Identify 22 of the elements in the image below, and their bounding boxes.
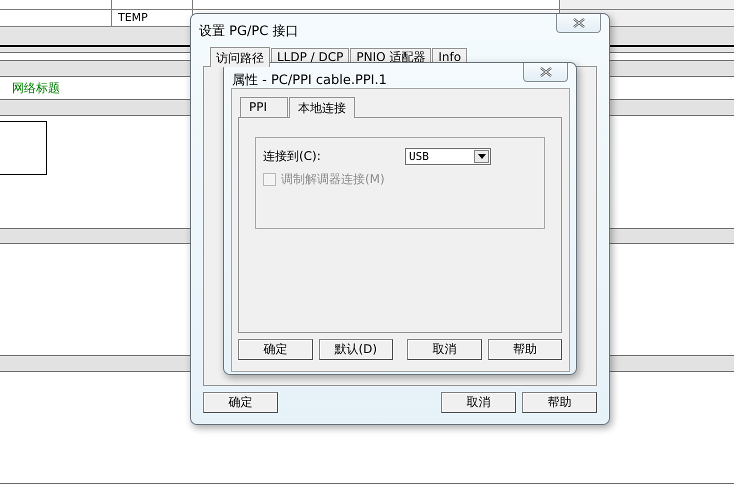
connect-label: 连接到(C): (263, 148, 322, 165)
help-button[interactable]: 帮助 (522, 392, 597, 413)
close-icon (572, 18, 586, 28)
network-title: 网络标题 (12, 80, 60, 96)
ok-button[interactable]: 确定 (238, 339, 312, 360)
tab[interactable]: PPI (240, 97, 288, 117)
default-button[interactable]: 默认(D) (318, 339, 393, 360)
connection-dropdown[interactable]: USB (405, 148, 491, 165)
dropdown-arrow-icon (478, 154, 486, 159)
cancel-button[interactable]: 取消 (407, 339, 482, 360)
ok-button[interactable]: 确定 (203, 392, 278, 413)
checkbox-label: 调制解调器连接(M) (281, 171, 385, 188)
cancel-button[interactable]: 取消 (441, 392, 516, 413)
close-button[interactable] (523, 63, 568, 82)
comment-box[interactable] (0, 121, 47, 175)
tab[interactable]: 本地连接 (289, 97, 355, 118)
tab[interactable]: 访问路径 (210, 47, 270, 67)
window-title: 属性 - PC/PPI cable.PPI.1 (232, 72, 387, 89)
close-icon (538, 67, 552, 77)
close-button[interactable] (556, 14, 601, 33)
window-title: 设置 PG/PC 接口 (199, 23, 298, 40)
help-button[interactable]: 帮助 (488, 339, 562, 360)
